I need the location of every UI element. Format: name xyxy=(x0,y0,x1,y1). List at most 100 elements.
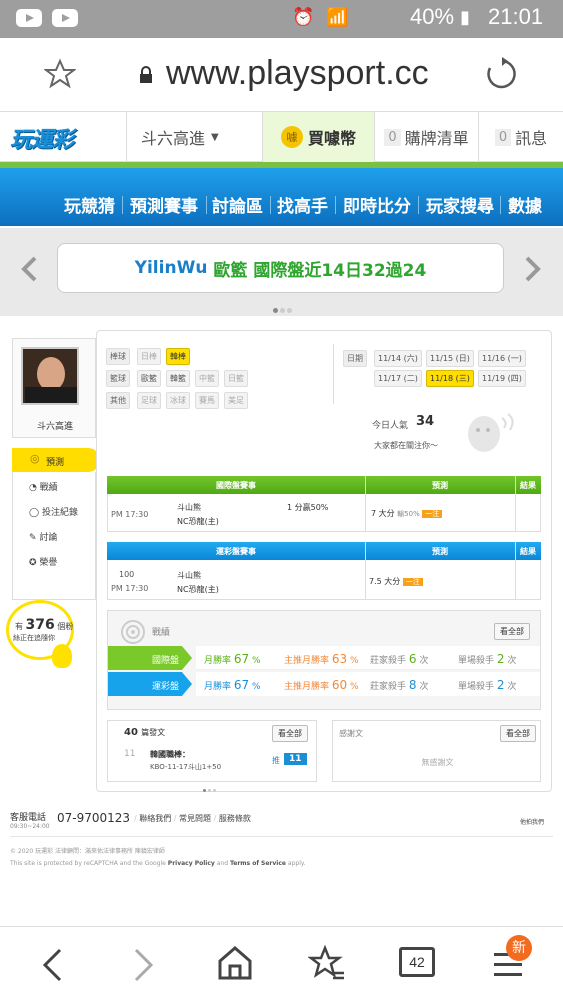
service-label: 客服電話 xyxy=(10,813,47,823)
filter-cn-basketball[interactable]: 中籃 xyxy=(195,370,219,387)
reload-icon[interactable] xyxy=(484,56,520,92)
thanks-view-all-button[interactable]: 看全部 xyxy=(500,725,536,742)
intl-match-time: PM 17:30 xyxy=(111,510,149,519)
date-1117[interactable]: 11/17 (二) xyxy=(374,370,422,387)
bookmarks-icon[interactable] xyxy=(308,945,346,981)
promo-card[interactable]: YilinWu 歐籃 國際盤近14日32過24 xyxy=(57,243,504,293)
footer-service: 客服電話 09:30~24:00 xyxy=(10,810,50,830)
purchase-list-button[interactable]: 0 購牌清單 xyxy=(374,112,478,162)
bookmark-star-icon[interactable] xyxy=(44,58,76,90)
nav-item-data[interactable]: 數據 xyxy=(508,192,542,217)
promo-pager xyxy=(272,298,293,317)
side-menu-item-predict[interactable]: ◎ 預測 xyxy=(12,448,100,472)
buy-coins-button[interactable]: 噱 買噱幣 xyxy=(262,112,374,162)
intl-month-rate: 月勝率 67 % xyxy=(204,652,261,666)
side-menu-item-bet-log[interactable]: ◯ 投注紀錄 xyxy=(29,505,78,518)
record-tag-lottery: 運彩盤 xyxy=(152,682,180,692)
record-rows: 國際盤 月勝率 67 % 主推月勝率 63 % 莊家殺手 6 次 單場殺手 2 … xyxy=(108,646,540,698)
profile-card: 斗六高進 xyxy=(12,338,96,438)
lottery-team-away: 斗山熊 xyxy=(177,571,201,580)
forward-icon[interactable] xyxy=(132,947,156,983)
nav-item-experts[interactable]: 找高手 xyxy=(277,192,328,217)
lock-icon xyxy=(140,66,152,83)
chart-icon: ◔ xyxy=(29,483,37,493)
avatar[interactable] xyxy=(21,347,79,405)
medal-icon: ✪ xyxy=(29,558,37,568)
footer-right-link[interactable]: 他拍我們 xyxy=(520,817,544,826)
date-1116[interactable]: 11/16 (一) xyxy=(478,350,526,367)
promo-text: 歐籃 國際盤近14日32過24 xyxy=(213,260,427,281)
home-icon[interactable] xyxy=(216,945,254,981)
lottery-pick: 7.5 大分 一注 xyxy=(369,576,423,587)
nav-item-predict[interactable]: 預測賽事 xyxy=(130,192,198,217)
filter-hockey[interactable]: 冰球 xyxy=(166,392,190,409)
promo-user: YilinWu xyxy=(134,258,208,278)
purchase-list-label: 購牌清單 xyxy=(404,129,469,148)
side-menu-item-honor[interactable]: ✪ 榮譽 xyxy=(29,555,57,568)
footer-link-faq[interactable]: 常見問題 xyxy=(179,814,211,823)
profile-name: 斗六高進 xyxy=(36,422,73,432)
record-title: 戰績 xyxy=(152,628,171,638)
thanks-panel: 感謝文 看全部 無感謝文 xyxy=(332,720,541,782)
service-phone[interactable]: 07-9700123 xyxy=(57,811,130,825)
promo-banner: YilinWu 歐籃 國際盤近14日32過24 xyxy=(0,228,563,316)
coin-icon: 噱 xyxy=(280,126,303,148)
posts-view-all-button[interactable]: 看全部 xyxy=(272,725,308,742)
lottery-team-home: NC恐龍(主) xyxy=(177,585,219,594)
intl-col-predict: 預測 xyxy=(432,481,448,490)
record-tag-intl: 國際盤 xyxy=(152,656,180,666)
filter-american-football[interactable]: 美足 xyxy=(224,392,248,409)
date-1119[interactable]: 11/19 (四) xyxy=(478,370,526,387)
intl-team-away: 斗山熊 xyxy=(177,503,201,512)
intl-bet-table: 國際盤賽事 預測 結果 PM 17:30 斗山熊 NC恐龍(主) 1 分贏50%… xyxy=(107,476,541,532)
lottery-col-match: 運彩盤賽事 xyxy=(216,547,256,556)
battery-icon: ▮ xyxy=(460,7,470,27)
intl-pick: 7 大分 輸50% 一注 xyxy=(371,508,443,519)
date-1115[interactable]: 11/15 (日) xyxy=(426,350,474,367)
footer-link-contact[interactable]: 聯絡我們 xyxy=(139,814,171,823)
main-nav: 玩競猜 預測賽事 討論區 找高手 即時比分 玩家搜尋 數據 xyxy=(0,162,563,226)
chevron-left-icon[interactable] xyxy=(20,256,38,282)
nav-item-forum[interactable]: 討論區 xyxy=(212,192,263,217)
post-desc: KBO-11-17斗山1+50 xyxy=(150,763,222,771)
date-1118[interactable]: 11/18 (三) xyxy=(426,370,474,387)
post-reply-count: 11 xyxy=(284,753,307,765)
privacy-link[interactable]: Privacy Policy xyxy=(168,860,215,867)
side-menu-item-record[interactable]: ◔ 戰績 xyxy=(29,480,58,493)
tabs-button[interactable]: 42 xyxy=(399,947,435,977)
nav-item-guess[interactable]: 玩競猜 xyxy=(64,192,115,217)
site-logo[interactable]: 玩運彩 xyxy=(10,122,74,154)
date-1114[interactable]: 11/14 (六) xyxy=(374,350,422,367)
post-title[interactable]: 韓國職棒： xyxy=(150,749,190,760)
nav-item-live-score[interactable]: 即時比分 xyxy=(343,192,411,217)
terms-link[interactable]: Terms of Service xyxy=(230,860,286,867)
lottery-main-rate: 主推月勝率 60 % xyxy=(284,678,359,692)
chevron-right-icon[interactable] xyxy=(524,256,542,282)
record-view-all-button[interactable]: 看全部 xyxy=(494,623,530,640)
lottery-house-killer: 莊家殺手 8 次 xyxy=(370,678,429,692)
post-reply-label: 推 xyxy=(272,756,280,765)
side-menu-item-discuss[interactable]: ✎ 討論 xyxy=(29,530,57,543)
filter-jp-basketball[interactable]: 日籃 xyxy=(224,370,248,387)
filter-horse-racing[interactable]: 賽馬 xyxy=(195,392,219,409)
browser-bottom-bar: 42 新 xyxy=(0,926,563,1000)
purchase-list-count: 0 xyxy=(384,128,401,146)
back-icon[interactable] xyxy=(40,947,64,983)
footer-links: / 聯絡我們 / 常見問題 / 服務條款 xyxy=(134,814,251,823)
posts-count: 40 篇發文 xyxy=(124,727,166,738)
post-number: 11 xyxy=(124,749,136,759)
status-bar: ⏰ 📶 40% ▮ 21:01 xyxy=(0,0,563,38)
filter-soccer[interactable]: 足球 xyxy=(137,392,161,409)
footer-link-terms[interactable]: 服務條款 xyxy=(219,814,251,823)
target-icon xyxy=(121,620,145,644)
url-text[interactable]: www.playsport.cc xyxy=(166,54,429,93)
filter-jp-baseball[interactable]: 日棒 xyxy=(137,348,161,365)
filter-kr-baseball[interactable]: 韓棒 xyxy=(166,348,190,365)
filter-kr-basketball[interactable]: 韓籃 xyxy=(166,370,190,387)
youtube-icon xyxy=(52,9,78,27)
intl-single-killer: 單場殺手 2 次 xyxy=(458,652,517,666)
nav-item-player-search[interactable]: 玩家搜尋 xyxy=(426,192,494,217)
user-menu[interactable]: 斗六高進 ▼ xyxy=(126,112,262,162)
messages-button[interactable]: 0 訊息 xyxy=(478,112,563,162)
filter-eu-basketball[interactable]: 歐籃 xyxy=(137,370,161,387)
